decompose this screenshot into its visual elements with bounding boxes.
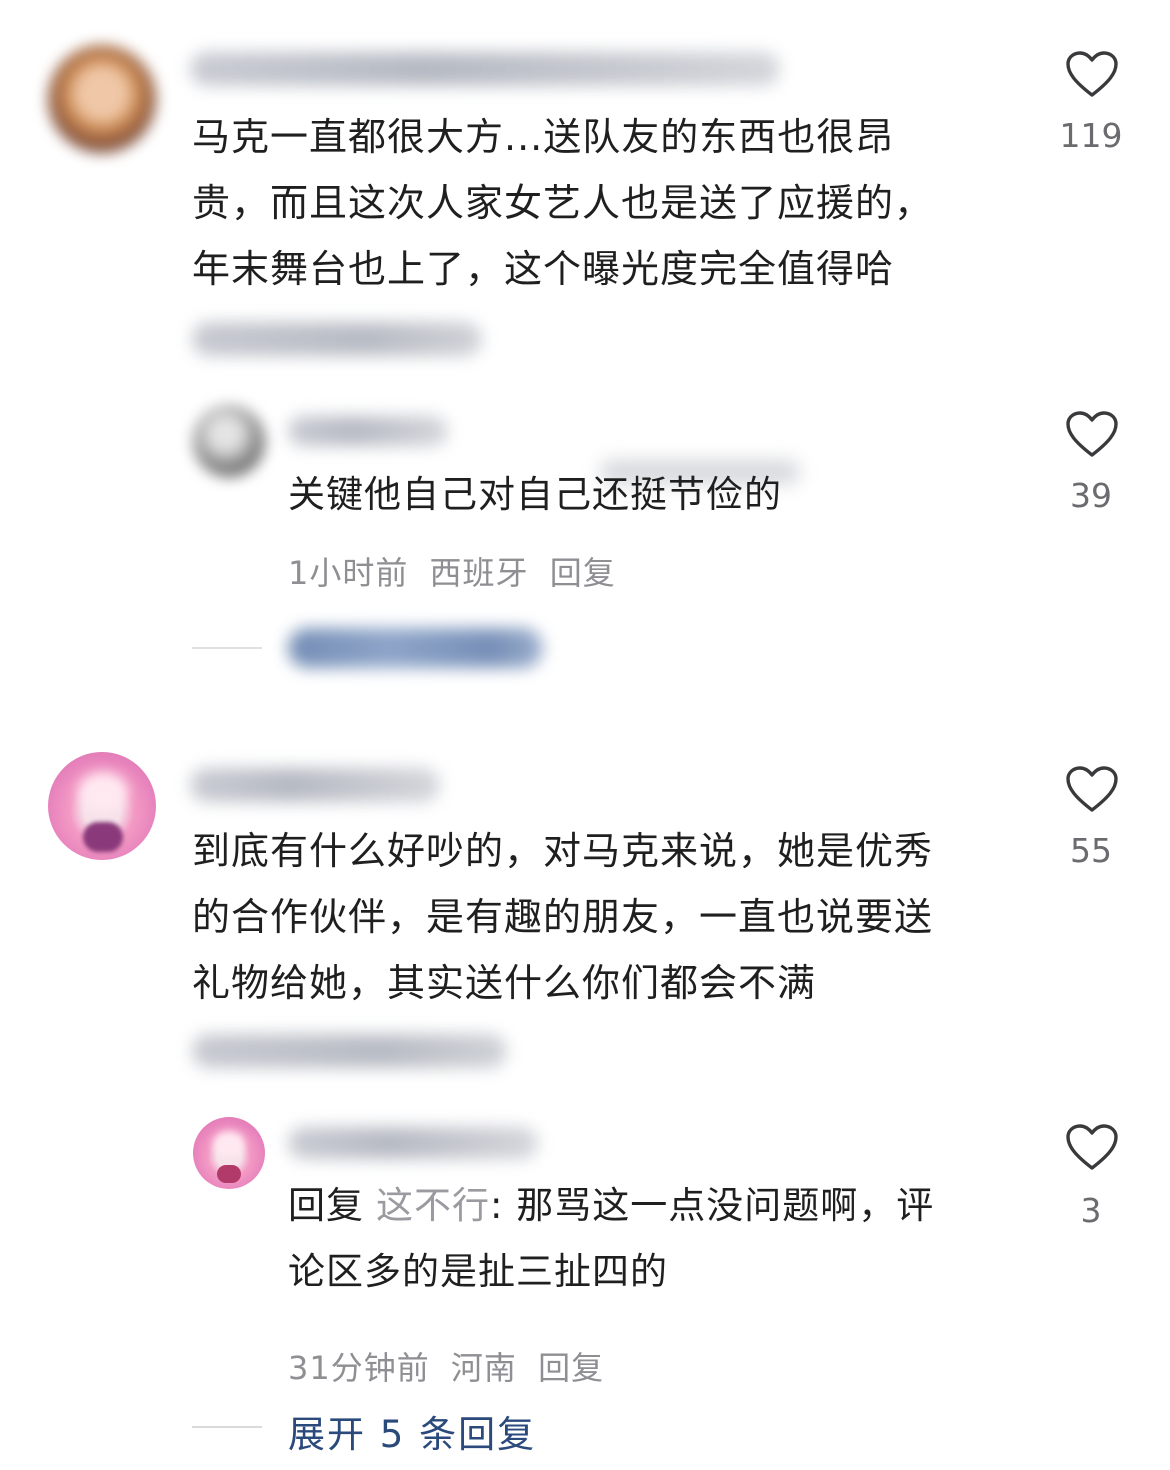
username-blurred[interactable]: [190, 768, 440, 802]
username-blurred[interactable]: [190, 52, 780, 86]
avatar[interactable]: [48, 45, 156, 153]
heart-outline-icon[interactable]: [1065, 1123, 1119, 1171]
reply-2: 回复 这不行: 那骂这一点没问题啊，评 论区多的是扯三扯四的 31分钟前 河南 回…: [0, 1105, 1170, 1387]
expand-replies-button[interactable]: 展开 5 条回复: [288, 1404, 536, 1458]
avatar[interactable]: [193, 405, 265, 477]
comment-text: 马克一直都很大方...送队友的东西也很昂 贵，而且这次人家女艺人也是送了应援的，…: [192, 115, 934, 291]
reply-time: 31分钟前: [288, 1349, 430, 1387]
like-count: 55: [1070, 831, 1112, 870]
reply-location: 西班牙: [429, 554, 529, 592]
comment-meta-blurred: [192, 1034, 507, 1068]
expand-replies-blurred[interactable]: [288, 628, 543, 668]
reply-text: 关键他自己对自己还挺节俭的: [288, 473, 782, 516]
like-count: 3: [1080, 1191, 1102, 1230]
reply-text: 回复 这不行: 那骂这一点没问题啊，评 论区多的是扯三扯四的: [288, 1173, 1028, 1305]
like-count: 39: [1070, 476, 1112, 515]
reply-location: 河南: [450, 1349, 517, 1387]
heart-outline-icon[interactable]: [1065, 50, 1119, 98]
reply-1: 关键他自己对自己还挺节俭的 1小时前 西班牙 回复 39: [0, 390, 1170, 610]
username-blurred[interactable]: [288, 1127, 538, 1159]
heart-outline-icon[interactable]: [1065, 765, 1119, 813]
reply-meta: 1小时前 西班牙 回复: [288, 548, 616, 594]
heart-outline-icon[interactable]: [1065, 410, 1119, 458]
reply-time: 1小时前: [288, 554, 409, 592]
reply-button[interactable]: 回复: [538, 1349, 604, 1387]
comment-text: 到底有什么好吵的，对马克来说，她是优秀 的合作伙伴，是有趣的朋友，一直也说要送 …: [192, 829, 934, 1005]
mention-user[interactable]: 这不行: [376, 1184, 490, 1227]
divider-line: [192, 647, 262, 649]
reply-meta: 31分钟前 河南 回复: [288, 1343, 604, 1389]
like-count: 119: [1059, 116, 1123, 155]
reply-button[interactable]: 回复: [550, 554, 616, 592]
comment-2: 到底有什么好吵的，对马克来说，她是优秀 的合作伙伴，是有趣的朋友，一直也说要送 …: [0, 720, 1170, 1470]
reply-prefix: 回复: [288, 1184, 364, 1227]
username-blurred[interactable]: [288, 416, 448, 446]
reply-body-1: : 那骂这一点没问题啊，评: [490, 1184, 935, 1227]
comment-1: 马克一直都很大方...送队友的东西也很昂 贵，而且这次人家女艺人也是送了应援的，…: [0, 0, 1170, 720]
reply-body-2: 论区多的是扯三扯四的: [288, 1250, 668, 1293]
avatar[interactable]: [193, 1117, 265, 1189]
comment-meta-blurred: [192, 322, 482, 356]
avatar[interactable]: [48, 752, 156, 860]
divider-line: [192, 1426, 262, 1428]
